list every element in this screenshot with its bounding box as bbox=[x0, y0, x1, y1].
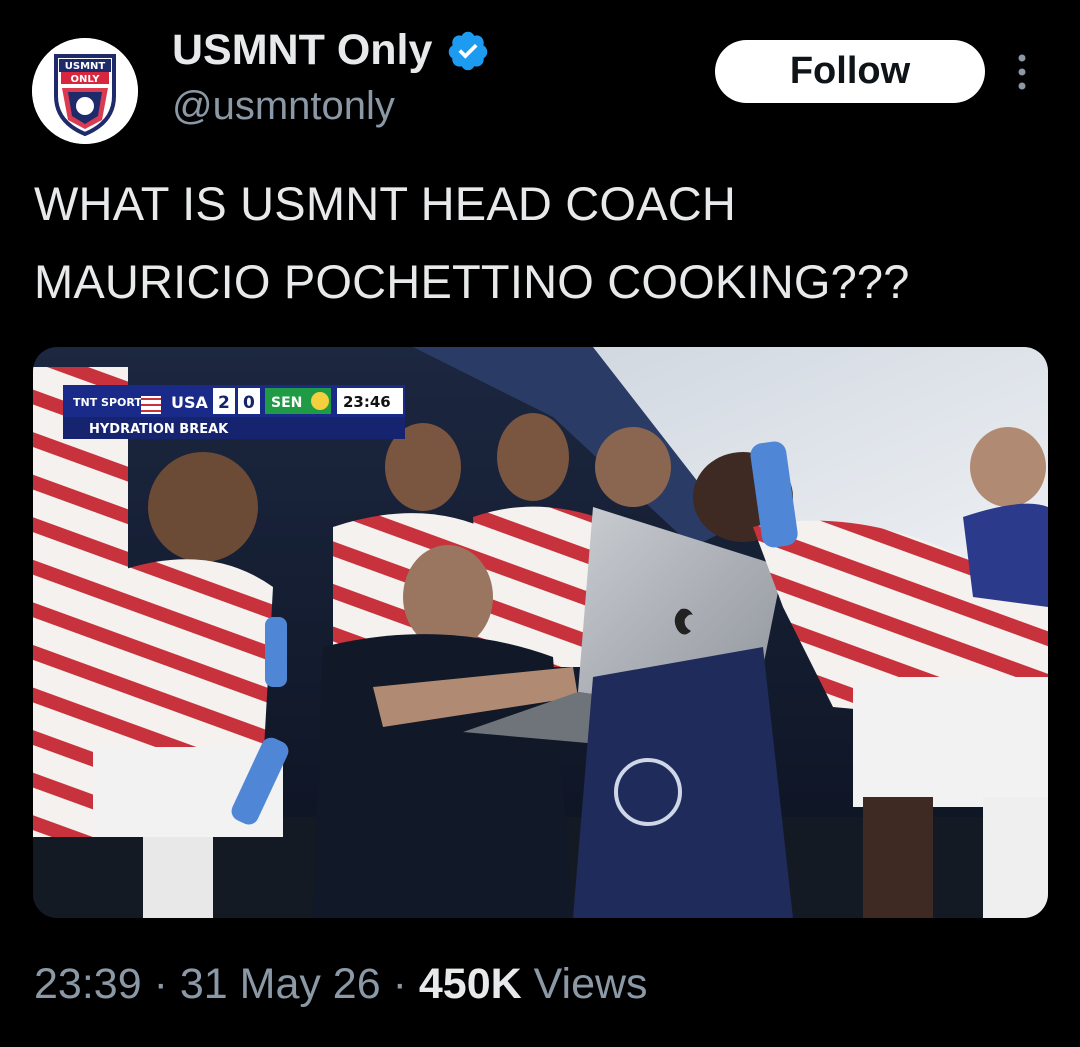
scorebug-away-score: 0 bbox=[243, 393, 255, 413]
tweet-meta: 23:39 · 31 May 26 · 450K Views bbox=[34, 960, 648, 1009]
svg-text:ONLY: ONLY bbox=[71, 74, 101, 85]
meta-separator: · bbox=[392, 960, 407, 1008]
scorebug-clock: 23:46 bbox=[343, 393, 391, 411]
display-name-text: USMNT Only bbox=[172, 26, 433, 74]
scorebug-status: HYDRATION BREAK bbox=[89, 422, 229, 437]
senegal-crest-icon bbox=[311, 392, 329, 410]
scorebug-away-team: SEN bbox=[271, 395, 302, 411]
more-vertical-icon[interactable] bbox=[1012, 52, 1032, 92]
usmnt-only-logo: USMNT ONLY bbox=[32, 38, 138, 144]
verified-badge-icon bbox=[449, 31, 488, 70]
meta-separator: · bbox=[153, 960, 168, 1008]
tweet-time[interactable]: 23:39 bbox=[34, 960, 142, 1008]
tweet-text-line: MAURICIO POCHETTINO COOKING??? bbox=[34, 255, 910, 308]
views-label: Views bbox=[533, 960, 648, 1008]
scorebug-home-team: USA bbox=[171, 393, 209, 412]
views-count[interactable]: 450K bbox=[419, 960, 522, 1008]
tweet-date[interactable]: 31 May 26 bbox=[180, 960, 381, 1008]
handle[interactable]: @usmntonly bbox=[172, 84, 395, 129]
scorebug-home-score: 2 bbox=[218, 393, 230, 413]
follow-button[interactable]: Follow bbox=[715, 40, 985, 103]
avatar[interactable]: USMNT ONLY bbox=[32, 38, 138, 144]
tweet-text-line: WHAT IS USMNT HEAD COACH bbox=[34, 177, 737, 230]
display-name[interactable]: USMNT Only bbox=[172, 26, 490, 75]
media-photo: TNT SPORTS USA 2 0 SEN 23:46 HYDRATION B… bbox=[33, 347, 1048, 918]
scorebug-network: TNT SPORTS bbox=[73, 396, 150, 409]
tweet-text: WHAT IS USMNT HEAD COACH MAURICIO POCHET… bbox=[34, 165, 1044, 321]
tweet-media-image[interactable]: TNT SPORTS USA 2 0 SEN 23:46 HYDRATION B… bbox=[33, 347, 1048, 918]
svg-text:USMNT: USMNT bbox=[65, 61, 106, 72]
